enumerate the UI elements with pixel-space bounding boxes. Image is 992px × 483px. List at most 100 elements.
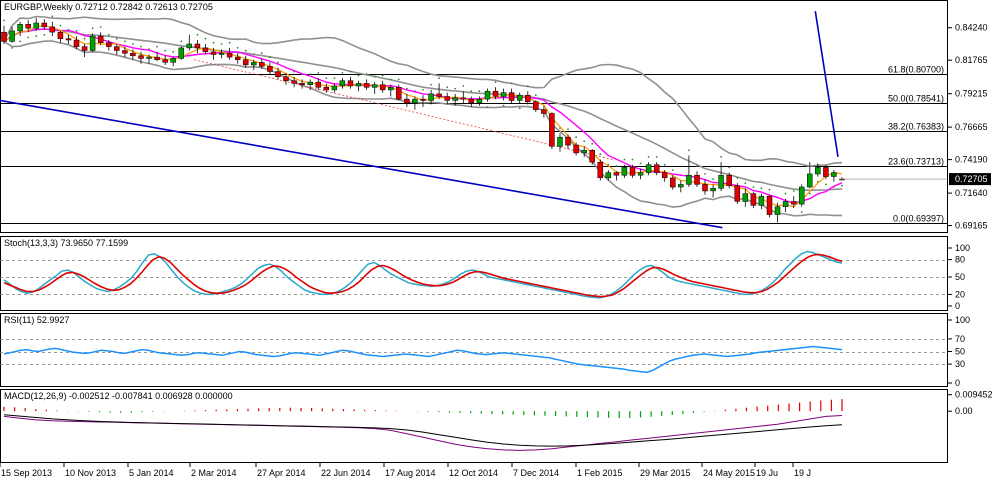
axis-tick-label: 0.009452 [955, 390, 992, 400]
candle-body [347, 80, 354, 87]
time-tick-label: 24 May 2015 [703, 468, 755, 478]
candle-body [613, 172, 620, 176]
candle-body [259, 62, 265, 67]
axis-tick-label: 0 [955, 301, 960, 311]
psar-dot [373, 75, 376, 78]
candle-body [299, 83, 305, 85]
psar-dot [430, 83, 432, 86]
candle-body [251, 62, 257, 66]
fibonacci-lines [0, 74, 948, 224]
time-tick-label: 5 Jan 2014 [129, 468, 174, 478]
candle-body [452, 97, 458, 101]
candle-body [484, 90, 491, 100]
time-tick-label: 15 Sep 2013 [1, 468, 52, 478]
psar-dot [825, 183, 827, 186]
psar-dot [615, 165, 618, 167]
rsi-axis: 100 70 50 30 0 [948, 315, 970, 388]
psar-dot [736, 177, 739, 179]
psar-dot [156, 45, 159, 48]
candle-body [323, 87, 330, 91]
fibonacci-labels: 61.8(0.80700) 50.0(0.78541) 38.2(0.76383) 2… [888, 65, 944, 224]
psar-dot [51, 15, 54, 18]
psar-dot [478, 90, 481, 93]
psar-dot [180, 40, 183, 43]
price-tick-label: 0.76665 [955, 122, 988, 132]
axis-tick-label: 100 [955, 243, 970, 253]
ma-slow-line [3, 28, 843, 204]
psar-dot [333, 77, 336, 79]
time-tick-label: 22 Jun 2014 [321, 468, 371, 478]
psar-dot [309, 73, 312, 76]
stoch-levels [0, 260, 948, 295]
candle-body [726, 174, 732, 186]
rsi-levels [0, 339, 948, 365]
candle-body [742, 193, 749, 202]
psar-dot [220, 43, 223, 45]
psar-dot [59, 24, 62, 27]
candle-body [597, 161, 604, 179]
candle-body [565, 136, 571, 146]
axis-tick-label: 70 [955, 334, 965, 344]
psar-dot [510, 82, 513, 85]
axis-tick-label: 50 [955, 272, 965, 282]
psar-dot [341, 72, 344, 74]
psar-dot [27, 36, 30, 39]
psar-dot [792, 190, 795, 192]
candle-body [500, 92, 507, 97]
price-tick-label: 0.69165 [955, 221, 988, 231]
candle-body [508, 92, 515, 101]
psar-dot [172, 51, 175, 53]
candle-body [1, 31, 7, 42]
candle-body [637, 172, 644, 176]
psar-dot [11, 47, 14, 49]
candle-body [81, 46, 88, 51]
stoch-axis: 100 80 50 20 0 [948, 243, 970, 311]
fib-label: 0.0(0.69397) [893, 214, 944, 224]
candle-body [9, 30, 15, 42]
candle-body [718, 174, 724, 189]
psar-dot [639, 162, 642, 165]
fib-label: 38.2(0.76383) [888, 122, 944, 132]
psar-dot [631, 158, 634, 161]
time-tick-label: 7 Dec 2014 [513, 468, 559, 478]
psar-dot [317, 72, 320, 74]
candle-body [291, 80, 297, 84]
psar-dot [244, 49, 247, 52]
time-tick-label: 1 Feb 2015 [577, 468, 623, 478]
candle-body [218, 52, 225, 55]
psar-dot [760, 187, 763, 190]
psar-dot [486, 106, 489, 108]
psar-dot [397, 78, 400, 81]
candle-body [41, 22, 48, 28]
psar-dot [212, 41, 215, 44]
stoch-main-line [3, 250, 843, 299]
stoch-header: Stoch(13,3,3) 73.9650 77.1599 [4, 238, 128, 248]
psar-dot [124, 40, 126, 43]
candle-body [516, 94, 523, 101]
candle-body [710, 188, 716, 192]
candle-body [734, 185, 741, 202]
time-tick-label: 17 Aug 2014 [385, 468, 436, 478]
psar-dot [260, 52, 263, 55]
psar-dot [502, 104, 505, 107]
candle-body [782, 201, 789, 207]
candle-body [581, 150, 587, 154]
candle-body [412, 98, 418, 104]
price-tick-label: 0.71640 [955, 188, 988, 198]
channel-lower-line [0, 99, 723, 229]
trading-chart: 61.8(0.80700) 50.0(0.78541) 38.2(0.76383) 2… [0, 0, 992, 478]
candle-body [815, 167, 821, 175]
candle-body [629, 167, 636, 176]
psar-dot [164, 49, 167, 52]
psar-dot [325, 77, 328, 79]
time-tick-label: 12 Oct 2014 [449, 468, 498, 478]
axis-tick-label: 30 [955, 359, 965, 369]
candle-body [194, 43, 201, 49]
psar-dot [19, 40, 21, 43]
psar-dot [728, 166, 731, 169]
trend-channel [0, 11, 839, 229]
axis-tick-label: 100 [955, 315, 970, 325]
candle-body [766, 195, 773, 215]
psar-dot [43, 33, 46, 36]
candle-body [678, 184, 684, 188]
